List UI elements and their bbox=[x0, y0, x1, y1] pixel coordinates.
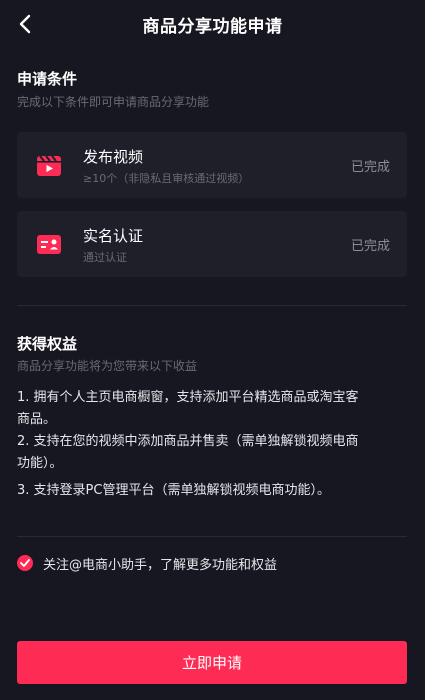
benefits-subtitle: 商品分享功能将为您带来以下收益 bbox=[17, 359, 198, 373]
follow-assistant-row[interactable]: 关注@电商小助手，了解更多功能和权益 bbox=[17, 552, 277, 574]
top-bar: 商品分享功能申请 bbox=[0, 0, 425, 48]
condition-desc: 通过认证 bbox=[83, 251, 127, 264]
page-title: 商品分享功能申请 bbox=[142, 17, 283, 37]
condition-card-video: 发布视频 ≥10个（非隐私且审核通过视频） 已完成 bbox=[17, 132, 407, 198]
conditions-subtitle: 完成以下条件即可申请商品分享功能 bbox=[17, 95, 210, 109]
checkbox-checked-icon[interactable] bbox=[17, 555, 33, 571]
benefits-title: 获得权益 bbox=[17, 335, 78, 353]
condition-status: 已完成 bbox=[350, 160, 390, 175]
benefit-item: 2. 支持在您的视频中添加商品并售卖（需单独解锁视频电商 功能）。 bbox=[17, 434, 359, 471]
divider bbox=[17, 305, 407, 306]
condition-card-verification: 实名认证 通过认证 已完成 bbox=[17, 211, 407, 277]
check-icon bbox=[20, 559, 30, 567]
video-clapper-icon bbox=[37, 155, 61, 176]
id-card-icon bbox=[37, 235, 61, 254]
condition-title: 发布视频 bbox=[83, 148, 144, 166]
benefit-item: 1. 拥有个人主页电商橱窗，支持添加平台精选商品或淘宝客 商品。 bbox=[17, 390, 359, 427]
benefit-item: 3. 支持登录PC管理平台（需单独解锁视频电商功能）。 bbox=[17, 483, 330, 498]
condition-desc: ≥10个（非隐私且审核通过视频） bbox=[83, 172, 250, 185]
follow-assistant-text: 关注@电商小助手，了解更多功能和权益 bbox=[43, 557, 278, 573]
conditions-title: 申请条件 bbox=[17, 70, 78, 88]
apply-button[interactable]: 立即申请 bbox=[17, 641, 407, 684]
condition-status: 已完成 bbox=[350, 239, 390, 254]
divider bbox=[17, 536, 407, 537]
condition-title: 实名认证 bbox=[83, 227, 144, 245]
